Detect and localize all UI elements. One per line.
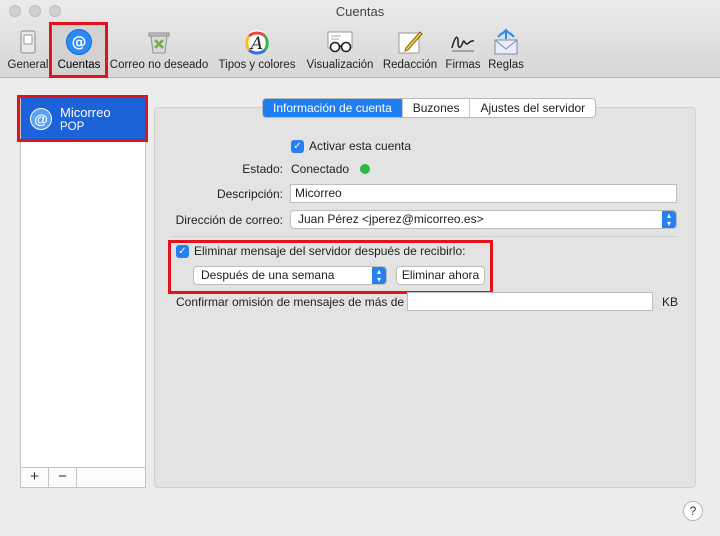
status-label: Estado: [242,162,283,176]
accounts-sidebar: @ Micorreo POP + − [20,97,146,488]
toolbar-junk-mail[interactable]: Correo no deseado [108,24,210,76]
delete-now-button[interactable]: Eliminar ahora [396,266,485,285]
description-label: Descripción: [216,187,283,201]
confirm-skip-label: Confirmar omisión de mensajes de más de [176,295,405,309]
toolbar-accounts-label: Cuentas [57,59,101,71]
confirm-skip-size-field[interactable] [407,292,653,311]
switch-icon [20,30,36,54]
toolbar-rules[interactable]: Reglas [486,24,526,76]
rules-envelope-icon [494,28,518,55]
toolbar-fonts-colors[interactable]: A Tipos y colores [214,24,300,76]
account-tabs: Información de cuenta Buzones Ajustes de… [262,98,597,118]
email-address-select[interactable]: Juan Pérez <jperez@micorreo.es> ▴ ▾ [290,210,677,229]
svg-text:A: A [249,34,263,54]
toolbar-composing[interactable]: Redacción [380,24,440,76]
toolbar-signatures[interactable]: Firmas [442,24,484,76]
toolbar-general[interactable]: General [6,24,50,76]
toolbar-rules-label: Reglas [488,59,524,71]
status-indicator-dot [360,164,370,174]
description-field[interactable]: Micorreo [290,184,677,203]
toolbar-signatures-label: Firmas [445,59,481,71]
at-sign-icon: @ [66,29,92,55]
toolbar-viewing[interactable]: Visualización [303,24,377,76]
preferences-window: Cuentas General @ Cuentas Correo no dese… [0,0,720,536]
window-title: Cuentas [335,4,385,19]
sidebar-account-name: Micorreo [60,105,111,120]
delete-from-server-checkbox[interactable]: ✓ [176,245,189,258]
sidebar-account-type: POP [60,121,85,133]
confirm-skip-unit: KB [662,295,679,309]
email-address-label: Dirección de correo: [175,213,283,227]
tab-server-settings[interactable]: Ajustes del servidor [469,99,595,117]
toolbar: Cuentas General @ Cuentas Correo no dese… [0,0,720,78]
section-divider [170,236,678,237]
compose-pencil-icon [398,31,423,54]
sidebar-account-micorreo[interactable]: @ Micorreo POP [21,98,145,140]
toolbar-accounts[interactable]: @ Cuentas [53,24,105,76]
toolbar-viewing-label: Visualización [306,59,374,71]
chevron-updown-icon: ▴ ▾ [662,211,676,228]
enable-account-label: Activar esta cuenta [309,139,412,153]
delete-after-select[interactable]: Después de una semana ▴ ▾ [193,266,387,285]
toolbar-composing-label: Redacción [382,59,438,71]
svg-text:@: @ [72,33,87,51]
delete-from-server-label: Eliminar mensaje del servidor después de… [194,244,466,258]
toolbar-junk-mail-label: Correo no deseado [109,59,209,71]
glasses-icon [327,31,353,53]
remove-account-button[interactable]: − [49,468,77,487]
toolbar-general-label: General [7,59,49,71]
status-value: Conectado [291,162,350,176]
delete-after-value: Después de una semana [201,268,335,282]
toolbar-fonts-colors-label: Tipos y colores [218,59,296,71]
enable-account-checkbox[interactable]: ✓ [291,140,304,153]
signature-icon [451,36,475,52]
at-sign-icon: @ [30,108,52,130]
sidebar-footer: + − [21,467,145,487]
chevron-updown-icon: ▴ ▾ [372,267,386,284]
tab-mailboxes[interactable]: Buzones [401,99,470,117]
email-address-value: Juan Pérez <jperez@micorreo.es> [298,212,484,226]
tab-account-info[interactable]: Información de cuenta [263,99,402,117]
add-account-button[interactable]: + [21,468,49,487]
help-button[interactable]: ? [683,501,703,521]
junk-trash-icon [148,32,170,54]
font-color-icon: A [245,30,269,55]
